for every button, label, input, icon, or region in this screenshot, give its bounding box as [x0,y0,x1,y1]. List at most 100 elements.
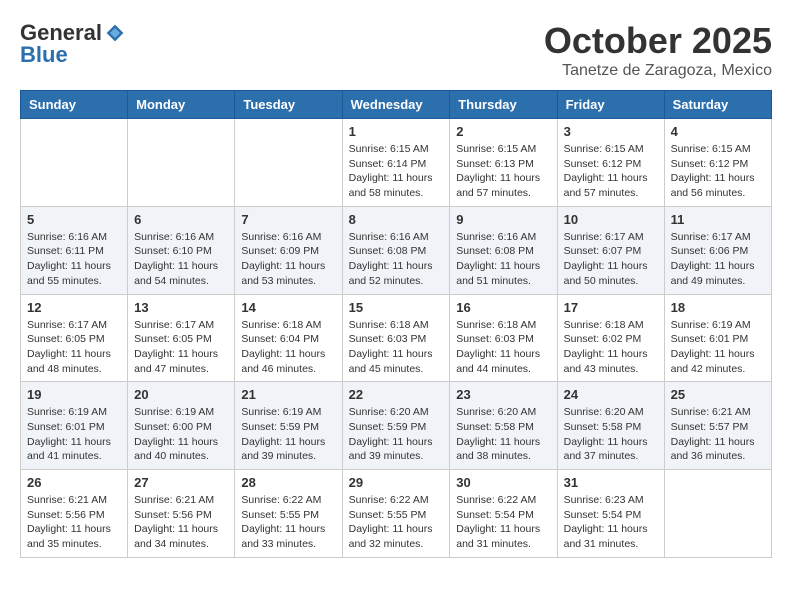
day-number: 5 [27,212,121,227]
table-row: 31 Sunrise: 6:23 AM Sunset: 5:54 PM Dayli… [557,470,664,558]
calendar-header-row: Sunday Monday Tuesday Wednesday Thursday… [21,91,772,119]
table-row: 11Sunrise: 6:17 AM Sunset: 6:06 PM Dayli… [664,206,771,294]
table-row: 3Sunrise: 6:15 AM Sunset: 6:12 PM Daylig… [557,119,664,207]
day-number: 28 [241,475,335,490]
day-number: 20 [134,387,228,402]
day-number: 24 [564,387,658,402]
table-row [21,119,128,207]
table-row: 2 Sunrise: 6:15 AM Sunset: 6:13 PM Daylig… [450,119,557,207]
day-number: 19 [27,387,121,402]
day-info: Sunrise: 6:15 AM Sunset: 6:14 PM Dayligh… [349,142,444,201]
day-info: Sunrise: 6:21 AM Sunset: 5:56 PM Dayligh… [134,493,228,552]
day-number: 13 [134,300,228,315]
table-row: 17 Sunrise: 6:18 AM Sunset: 6:02 PM Dayli… [557,294,664,382]
table-row: 8 Sunrise: 6:16 AM Sunset: 6:08 PM Daylig… [342,206,450,294]
table-row: 10Sunrise: 6:17 AM Sunset: 6:07 PM Dayli… [557,206,664,294]
table-row: 13 Sunrise: 6:17 AM Sunset: 6:05 PM Dayli… [128,294,235,382]
day-info: Sunrise: 6:15 AM Sunset: 6:12 PM Dayligh… [671,142,765,201]
header-sunday: Sunday [21,91,128,119]
day-info: Sunrise: 6:17 AM Sunset: 6:05 PM Dayligh… [134,318,228,377]
page-header: General Blue October 2025 Tanetze de Zar… [20,20,772,80]
table-row [664,470,771,558]
day-number: 29 [349,475,444,490]
calendar-week-row: 1 Sunrise: 6:15 AM Sunset: 6:14 PM Daylig… [21,119,772,207]
table-row: 16 Sunrise: 6:18 AM Sunset: 6:03 PM Dayli… [450,294,557,382]
logo-blue-text: Blue [20,42,68,68]
logo: General Blue [20,20,125,68]
calendar-week-row: 26 Sunrise: 6:21 AM Sunset: 5:56 PM Dayli… [21,470,772,558]
day-number: 16 [456,300,550,315]
day-info: Sunrise: 6:16 AM Sunset: 6:10 PM Dayligh… [134,230,228,289]
table-row: 28 Sunrise: 6:22 AM Sunset: 5:55 PM Dayli… [235,470,342,558]
day-info: Sunrise: 6:15 AM Sunset: 6:13 PM Dayligh… [456,142,550,201]
day-info: Sunrise: 6:20 AM Sunset: 5:59 PM Dayligh… [349,405,444,464]
day-info: Sunrise: 6:22 AM Sunset: 5:54 PM Dayligh… [456,493,550,552]
day-info: Sunrise: 6:22 AM Sunset: 5:55 PM Dayligh… [241,493,335,552]
table-row: 19 Sunrise: 6:19 AM Sunset: 6:01 PM Dayli… [21,382,128,470]
day-info: Sunrise: 6:19 AM Sunset: 6:01 PM Dayligh… [671,318,765,377]
day-number: 9 [456,212,550,227]
day-number: 22 [349,387,444,402]
table-row: 18 Sunrise: 6:19 AM Sunset: 6:01 PM Dayli… [664,294,771,382]
day-number: 8 [349,212,444,227]
day-number: 12 [27,300,121,315]
calendar-week-row: 19 Sunrise: 6:19 AM Sunset: 6:01 PM Dayli… [21,382,772,470]
day-number: 2 [456,124,550,139]
day-info: Sunrise: 6:21 AM Sunset: 5:57 PM Dayligh… [671,405,765,464]
day-info: Sunrise: 6:18 AM Sunset: 6:02 PM Dayligh… [564,318,658,377]
header-monday: Monday [128,91,235,119]
day-number: 26 [27,475,121,490]
day-info: Sunrise: 6:16 AM Sunset: 6:11 PM Dayligh… [27,230,121,289]
day-number: 18 [671,300,765,315]
table-row: 9 Sunrise: 6:16 AM Sunset: 6:08 PM Daylig… [450,206,557,294]
day-number: 10 [564,212,658,227]
logo-icon [105,23,125,43]
header-saturday: Saturday [664,91,771,119]
day-number: 31 [564,475,658,490]
table-row: 25 Sunrise: 6:21 AM Sunset: 5:57 PM Dayli… [664,382,771,470]
day-info: Sunrise: 6:20 AM Sunset: 5:58 PM Dayligh… [456,405,550,464]
day-number: 15 [349,300,444,315]
table-row: 7 Sunrise: 6:16 AM Sunset: 6:09 PM Daylig… [235,206,342,294]
table-row: 30Sunrise: 6:22 AM Sunset: 5:54 PM Dayli… [450,470,557,558]
day-number: 23 [456,387,550,402]
day-info: Sunrise: 6:16 AM Sunset: 6:09 PM Dayligh… [241,230,335,289]
day-info: Sunrise: 6:18 AM Sunset: 6:03 PM Dayligh… [456,318,550,377]
table-row: 1 Sunrise: 6:15 AM Sunset: 6:14 PM Daylig… [342,119,450,207]
day-info: Sunrise: 6:20 AM Sunset: 5:58 PM Dayligh… [564,405,658,464]
day-info: Sunrise: 6:18 AM Sunset: 6:04 PM Dayligh… [241,318,335,377]
day-number: 21 [241,387,335,402]
day-number: 27 [134,475,228,490]
day-info: Sunrise: 6:19 AM Sunset: 6:00 PM Dayligh… [134,405,228,464]
table-row: 4 Sunrise: 6:15 AM Sunset: 6:12 PM Daylig… [664,119,771,207]
day-number: 1 [349,124,444,139]
table-row [235,119,342,207]
month-title: October 2025 [544,20,772,62]
day-number: 25 [671,387,765,402]
day-info: Sunrise: 6:16 AM Sunset: 6:08 PM Dayligh… [349,230,444,289]
table-row: 20 Sunrise: 6:19 AM Sunset: 6:00 PM Dayli… [128,382,235,470]
table-row: 21Sunrise: 6:19 AM Sunset: 5:59 PM Dayli… [235,382,342,470]
day-info: Sunrise: 6:16 AM Sunset: 6:08 PM Dayligh… [456,230,550,289]
day-info: Sunrise: 6:23 AM Sunset: 5:54 PM Dayligh… [564,493,658,552]
location-title: Tanetze de Zaragoza, Mexico [544,62,772,80]
day-number: 7 [241,212,335,227]
day-info: Sunrise: 6:19 AM Sunset: 6:01 PM Dayligh… [27,405,121,464]
table-row: 22 Sunrise: 6:20 AM Sunset: 5:59 PM Dayli… [342,382,450,470]
calendar-week-row: 5 Sunrise: 6:16 AM Sunset: 6:11 PM Daylig… [21,206,772,294]
table-row: 14Sunrise: 6:18 AM Sunset: 6:04 PM Dayli… [235,294,342,382]
day-info: Sunrise: 6:22 AM Sunset: 5:55 PM Dayligh… [349,493,444,552]
day-info: Sunrise: 6:17 AM Sunset: 6:06 PM Dayligh… [671,230,765,289]
calendar-week-row: 12 Sunrise: 6:17 AM Sunset: 6:05 PM Dayli… [21,294,772,382]
table-row: 27 Sunrise: 6:21 AM Sunset: 5:56 PM Dayli… [128,470,235,558]
day-number: 17 [564,300,658,315]
day-info: Sunrise: 6:17 AM Sunset: 6:05 PM Dayligh… [27,318,121,377]
day-info: Sunrise: 6:18 AM Sunset: 6:03 PM Dayligh… [349,318,444,377]
header-friday: Friday [557,91,664,119]
calendar-table: Sunday Monday Tuesday Wednesday Thursday… [20,90,772,558]
day-info: Sunrise: 6:15 AM Sunset: 6:12 PM Dayligh… [564,142,658,201]
table-row: 15 Sunrise: 6:18 AM Sunset: 6:03 PM Dayli… [342,294,450,382]
table-row: 23 Sunrise: 6:20 AM Sunset: 5:58 PM Dayli… [450,382,557,470]
header-thursday: Thursday [450,91,557,119]
day-number: 4 [671,124,765,139]
